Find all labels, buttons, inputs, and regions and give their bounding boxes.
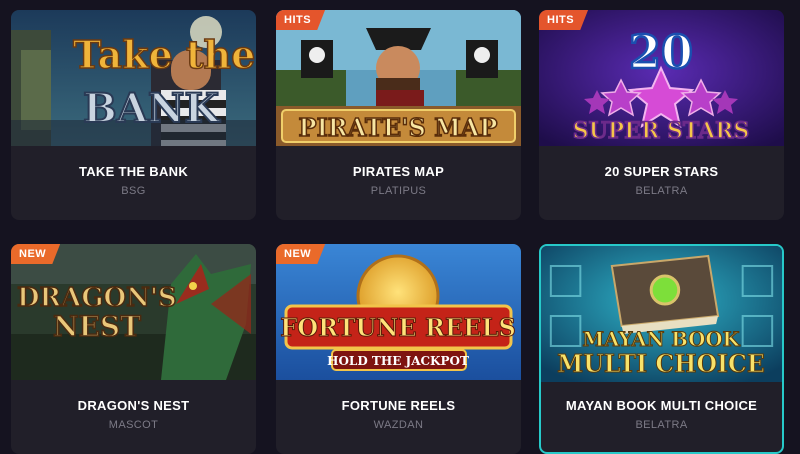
hits-badge: HITS [276, 10, 326, 30]
game-title[interactable]: DRAGON'S NEST [11, 398, 256, 413]
art-title-line-1: FORTUNE REELS [280, 313, 516, 342]
game-card-mayan-book-multi-choice[interactable]: MAYAN BOOK MULTI CHOICE MAYAN BOOK MULTI… [539, 244, 784, 454]
game-provider: WAZDAN [373, 419, 424, 431]
game-title[interactable]: MAYAN BOOK MULTI CHOICE [541, 398, 782, 413]
game-thumbnail[interactable]: Take the BANK [11, 10, 256, 146]
new-badge: NEW [11, 244, 61, 264]
art-title-line-1: Take the [73, 32, 255, 77]
art-title-line-1: MAYAN BOOK [582, 327, 740, 351]
art-title-line-2: SUPER STARS [573, 118, 750, 144]
art-title-line-2: BANK [83, 85, 220, 132]
game-thumbnail[interactable]: DRAGON'S NEST [11, 244, 256, 380]
game-card-20-super-stars[interactable]: 20 SUPER STARS HITS 20 SUPER STARS BELAT… [539, 10, 784, 220]
game-thumbnail[interactable]: PIRATE'S MAP [276, 10, 521, 146]
art-title-line-2: MULTI CHOICE [557, 350, 765, 378]
game-thumbnail[interactable]: 20 SUPER STARS [539, 10, 784, 146]
hits-badge: HITS [539, 10, 589, 30]
game-provider: BELATRA [635, 419, 688, 431]
game-card-take-the-bank[interactable]: Take the BANK TAKE THE BANK BSG [11, 10, 256, 220]
game-provider: MASCOT [108, 419, 159, 431]
game-provider: PLATIPUS [370, 185, 427, 197]
art-title-line-1: PIRATE'S MAP [299, 113, 498, 142]
game-card-dragons-nest[interactable]: DRAGON'S NEST NEW DRAGON'S NEST MASCOT [11, 244, 256, 454]
game-card-pirates-map[interactable]: PIRATE'S MAP HITS PIRATES MAP PLATIPUS [276, 10, 521, 220]
game-title[interactable]: PIRATES MAP [276, 164, 521, 179]
art-title-line-2: NEST [53, 310, 141, 343]
game-title[interactable]: TAKE THE BANK [11, 164, 256, 179]
art-title-line-1: 20 [629, 25, 693, 79]
game-provider: BSG [121, 185, 146, 197]
game-grid: Take the BANK TAKE THE BANK BSG PIRATE'S… [0, 0, 800, 454]
new-badge: NEW [276, 244, 326, 264]
game-provider: BELATRA [635, 185, 688, 197]
game-thumbnail[interactable]: MAYAN BOOK MULTI CHOICE [541, 246, 782, 382]
game-thumbnail[interactable]: FORTUNE REELS HOLD THE JACKPOT [276, 244, 521, 380]
art-title-line-1: DRAGON'S [17, 283, 177, 313]
game-title[interactable]: 20 SUPER STARS [539, 164, 784, 179]
art-title-line-2: HOLD THE JACKPOT [327, 354, 469, 368]
game-card-fortune-reels[interactable]: FORTUNE REELS HOLD THE JACKPOT NEW FORTU… [276, 244, 521, 454]
game-title[interactable]: FORTUNE REELS [276, 398, 521, 413]
